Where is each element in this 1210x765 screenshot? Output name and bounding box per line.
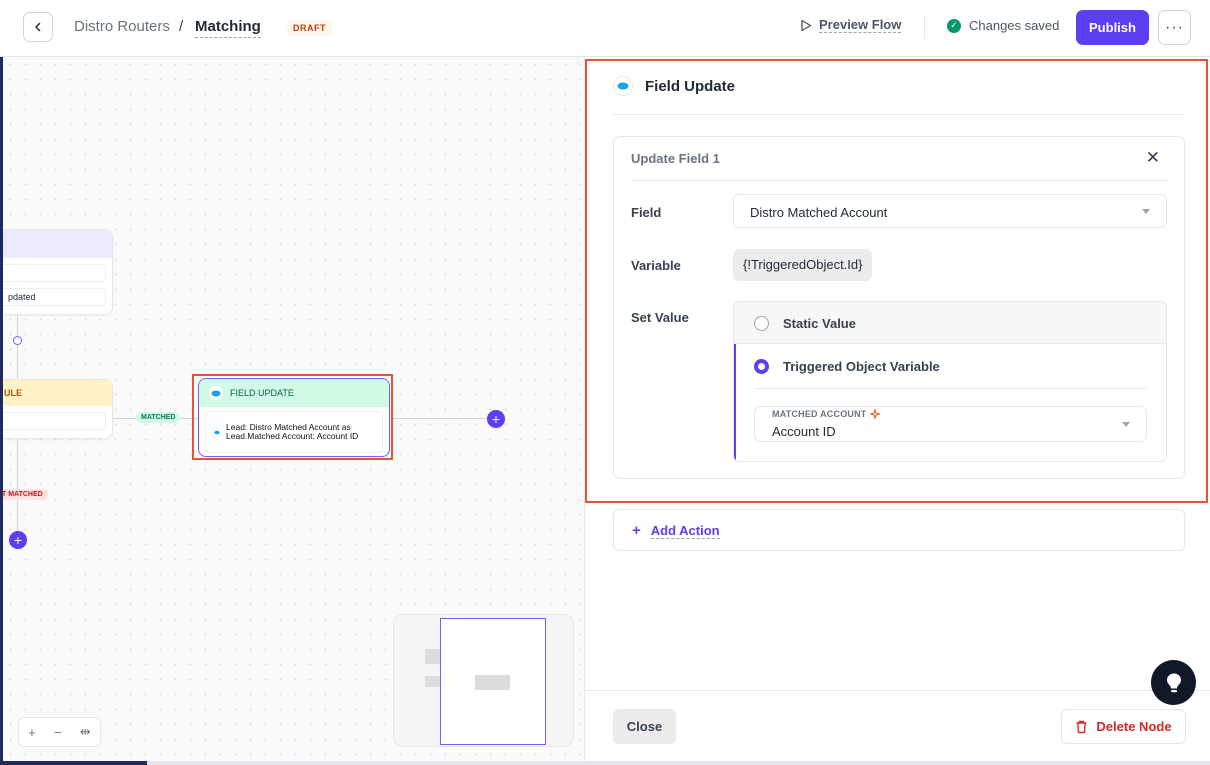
preview-flow-button[interactable]: Preview Flow: [800, 17, 902, 33]
matched-account-select[interactable]: MATCHED ACCOUNT Account ID: [754, 406, 1147, 442]
connector-dot: [13, 336, 22, 345]
plus-icon: +: [491, 411, 501, 427]
connector-line: [17, 439, 18, 531]
fit-view-icon[interactable]: ⇹: [80, 724, 91, 740]
variable-chip[interactable]: {!TriggeredObject.Id}: [733, 249, 873, 281]
not-matched-edge-label: T MATCHED: [3, 489, 48, 500]
radio-unchecked[interactable]: [754, 316, 769, 331]
option-static-value[interactable]: Static Value: [734, 302, 1166, 344]
plus-icon: +: [632, 522, 641, 539]
rule-node-row: [3, 412, 106, 430]
salesforce-icon: [214, 430, 220, 434]
more-options-button[interactable]: ···: [1158, 10, 1191, 45]
bottom-strip-accent: [0, 761, 147, 765]
header-divider: [924, 15, 925, 39]
chevron-down-icon: [1122, 422, 1130, 427]
add-node-button[interactable]: +: [487, 410, 505, 428]
delete-node-label: Delete Node: [1096, 719, 1172, 734]
back-button[interactable]: [23, 12, 53, 42]
trash-icon: [1076, 720, 1087, 733]
breadcrumb-parent[interactable]: Distro Routers: [74, 18, 170, 35]
sparkle-icon: [869, 409, 880, 419]
panel-header: Field Update: [613, 76, 735, 96]
divider: [631, 180, 1168, 181]
add-action-label: Add Action: [650, 522, 720, 539]
breadcrumb-separator: /: [179, 18, 184, 35]
sub-select-value: Account ID: [772, 424, 836, 439]
check-circle-icon: ✓: [947, 18, 961, 33]
salesforce-icon: [209, 386, 223, 400]
panel-footer: Close Delete Node: [585, 690, 1210, 763]
field-select-value: Distro Matched Account: [750, 205, 888, 220]
plus-icon: +: [13, 532, 23, 548]
active-option-indicator: [734, 344, 736, 461]
divider: [754, 388, 1147, 389]
connector-line: [17, 315, 18, 337]
matched-edge-label: MATCHED: [136, 412, 181, 423]
zoom-out-icon[interactable]: −: [54, 725, 62, 740]
flow-canvas[interactable]: pdated ULE MATCHED T MATCHED + FIELD UPD…: [0, 57, 584, 763]
trigger-node-row: [3, 264, 106, 282]
option-label[interactable]: Triggered Object Variable: [783, 359, 940, 374]
zoom-controls: + − ⇹: [18, 717, 101, 747]
lightbulb-icon: [1166, 673, 1181, 692]
publish-button[interactable]: Publish: [1076, 10, 1149, 45]
save-status-label: Changes saved: [969, 18, 1060, 33]
variable-label: Variable: [631, 258, 681, 273]
trigger-node-row: pdated: [3, 288, 106, 306]
delete-node-button[interactable]: Delete Node: [1061, 709, 1186, 744]
set-value-label: Set Value: [631, 310, 689, 325]
close-icon[interactable]: ✕: [1146, 148, 1160, 168]
more-horizontal-icon: ···: [1165, 18, 1184, 36]
zoom-in-icon[interactable]: +: [28, 725, 36, 740]
field-update-node[interactable]: FIELD UPDATE Lead: Distro Matched Accoun…: [198, 378, 390, 457]
divider: [613, 114, 1184, 115]
trigger-node-text: pdated: [8, 292, 36, 302]
chevron-down-icon: [1142, 209, 1150, 214]
bottom-strip: [0, 761, 1210, 765]
radio-checked[interactable]: [754, 359, 769, 374]
rule-node[interactable]: ULE: [3, 379, 113, 439]
salesforce-icon: [613, 76, 633, 96]
field-update-panel: Field Update Update Field 1 ✕ Field Dist…: [584, 57, 1210, 763]
field-update-node-body: Lead: Distro Matched Account as Lead.Mat…: [205, 411, 383, 453]
breadcrumb-current[interactable]: Matching: [195, 18, 261, 38]
minimap-node: [475, 675, 510, 690]
field-update-node-header: FIELD UPDATE: [199, 379, 389, 407]
card-title: Update Field 1: [631, 151, 720, 166]
add-node-button[interactable]: +: [9, 531, 27, 549]
field-update-node-title: FIELD UPDATE: [230, 388, 294, 398]
option-label: Static Value: [783, 316, 856, 331]
sub-select-label: MATCHED ACCOUNT: [772, 409, 880, 419]
add-action-content: + Add Action: [632, 522, 720, 539]
connector-line: [393, 418, 488, 419]
set-value-options: Static Value Triggered Object Variable M…: [733, 301, 1167, 462]
close-button[interactable]: Close: [613, 709, 676, 744]
sub-select-label-text: MATCHED ACCOUNT: [772, 409, 867, 419]
trigger-node[interactable]: pdated: [3, 229, 113, 315]
field-update-node-text: Lead: Distro Matched Account as Lead.Mat…: [226, 422, 359, 441]
panel-title: Field Update: [645, 77, 736, 95]
field-label: Field: [631, 205, 662, 220]
field-select[interactable]: Distro Matched Account: [733, 194, 1167, 228]
top-header: Distro Routers / Matching DRAFT Preview …: [0, 0, 1210, 57]
add-action-button[interactable]: + Add Action: [613, 509, 1185, 551]
status-badge: DRAFT: [287, 20, 332, 36]
preview-flow-label: Preview Flow: [819, 17, 902, 33]
rule-node-header: ULE: [3, 380, 112, 406]
help-button[interactable]: [1151, 660, 1196, 705]
save-status: ✓ Changes saved: [947, 18, 1059, 33]
update-field-card: Update Field 1 ✕ Field Distro Matched Ac…: [613, 136, 1185, 479]
rule-node-label: ULE: [4, 388, 22, 398]
chevron-left-icon: [34, 22, 41, 32]
connector-line: [17, 345, 18, 379]
trigger-node-header: [3, 230, 112, 258]
minimap[interactable]: [393, 614, 574, 747]
play-icon: [801, 19, 812, 31]
